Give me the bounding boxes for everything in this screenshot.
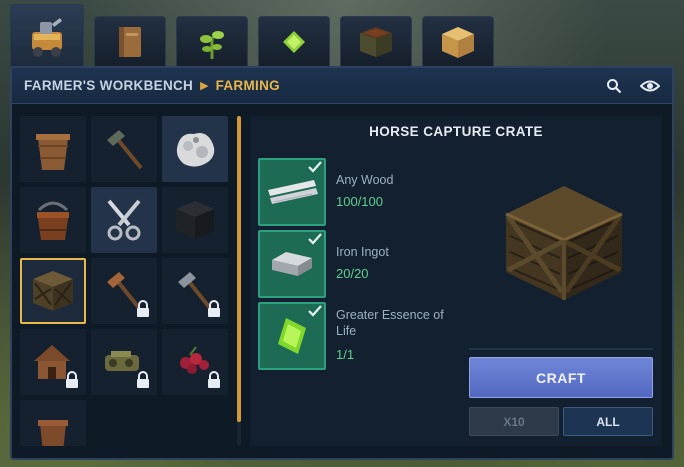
tab-plant[interactable] bbox=[176, 16, 248, 66]
header-actions bbox=[606, 78, 660, 94]
wooden-crate-icon bbox=[505, 186, 623, 300]
small-pot-icon bbox=[38, 420, 68, 446]
crafting-panel: FARMER'S WORKBENCH ▶ FARMING HORSE CAPTU… bbox=[10, 66, 674, 460]
panel-header: FARMER'S WORKBENCH ▶ FARMING bbox=[12, 68, 672, 104]
ingredient-slot-iron-ingot[interactable] bbox=[258, 230, 326, 298]
wool-icon bbox=[176, 133, 215, 167]
breadcrumb-root[interactable]: FARMER'S WORKBENCH bbox=[24, 78, 193, 93]
iron-ingot-icon bbox=[272, 252, 312, 276]
craft-x10-button[interactable]: X10 bbox=[469, 407, 559, 436]
search-icon[interactable] bbox=[606, 78, 622, 94]
ingredient-name: Iron Ingot bbox=[336, 245, 389, 259]
plant-sprout-icon bbox=[200, 30, 224, 59]
recipe-title: HORSE CAPTURE CRATE bbox=[369, 124, 543, 139]
craft-all-button[interactable]: ALL bbox=[563, 407, 653, 436]
tab-wooden-block[interactable] bbox=[422, 16, 494, 66]
lock-icon bbox=[137, 371, 149, 388]
ingredient-qty: 100/100 bbox=[336, 194, 383, 209]
recipe-slot-wool[interactable] bbox=[162, 116, 228, 182]
eye-icon[interactable] bbox=[640, 79, 660, 93]
recipe-slot-copper-hoe[interactable] bbox=[91, 258, 157, 324]
tab-essence[interactable] bbox=[258, 16, 330, 66]
horse-capture-crate-icon bbox=[33, 271, 73, 311]
recipe-details: HORSE CAPTURE CRATE Any Wood 100/100 Iro… bbox=[250, 116, 662, 446]
recipe-grid bbox=[20, 116, 236, 446]
bucket-icon bbox=[37, 201, 69, 240]
check-icon bbox=[308, 233, 322, 245]
ingredient-slot-life-essence[interactable] bbox=[258, 302, 326, 370]
wood-planks-icon bbox=[268, 180, 318, 204]
lock-icon bbox=[137, 300, 149, 317]
planter-pot-icon bbox=[36, 134, 70, 170]
recipe-slot-shears[interactable] bbox=[91, 187, 157, 253]
divider bbox=[469, 348, 653, 350]
lock-icon bbox=[208, 300, 220, 317]
recipe-slot-dark-crate[interactable] bbox=[162, 187, 228, 253]
check-icon bbox=[308, 161, 322, 173]
ingredient-name: Any Wood bbox=[336, 173, 394, 187]
ingredient-qty: 1/1 bbox=[336, 347, 355, 362]
lock-icon bbox=[66, 371, 78, 388]
dark-crate-icon bbox=[176, 201, 214, 239]
check-icon bbox=[308, 305, 322, 317]
ingredient-qty: 20/20 bbox=[336, 266, 369, 281]
tab-book[interactable] bbox=[94, 16, 166, 66]
ingredient-slot-wood[interactable] bbox=[258, 158, 326, 226]
recipe-slot-small-pot[interactable] bbox=[20, 400, 86, 446]
lock-icon bbox=[208, 371, 220, 388]
wooden-block-icon bbox=[442, 26, 474, 58]
recipe-slot-hoe[interactable] bbox=[91, 116, 157, 182]
recipe-slot-coop[interactable] bbox=[20, 329, 86, 395]
shears-icon bbox=[107, 199, 141, 241]
recipe-slot-grinder[interactable] bbox=[91, 329, 157, 395]
life-essence-icon bbox=[278, 318, 306, 354]
tab-farmer-workbench[interactable] bbox=[10, 4, 84, 68]
recipe-slot-iron-hoe[interactable] bbox=[162, 258, 228, 324]
ingredient-name: Greater Essence of Life bbox=[336, 308, 444, 338]
category-tabs bbox=[10, 4, 494, 68]
craft-button[interactable]: CRAFT bbox=[469, 357, 653, 398]
planter-box-icon bbox=[360, 26, 392, 57]
recipe-slot-berries[interactable] bbox=[162, 329, 228, 395]
green-essence-icon bbox=[283, 30, 305, 53]
breadcrumb-arrow-icon: ▶ bbox=[200, 80, 209, 92]
farmer-workbench-icon bbox=[32, 17, 62, 57]
recipe-list-scrollbar[interactable] bbox=[237, 116, 241, 422]
breadcrumb-current: FARMING bbox=[215, 78, 280, 93]
recipe-slot-bucket[interactable] bbox=[20, 187, 86, 253]
recipe-slot-horse-capture-crate[interactable] bbox=[20, 258, 86, 324]
book-icon bbox=[119, 26, 141, 57]
hoe-icon bbox=[107, 130, 143, 170]
recipe-slot-planter-pot[interactable] bbox=[20, 116, 86, 182]
tab-planter-box[interactable] bbox=[340, 16, 412, 66]
